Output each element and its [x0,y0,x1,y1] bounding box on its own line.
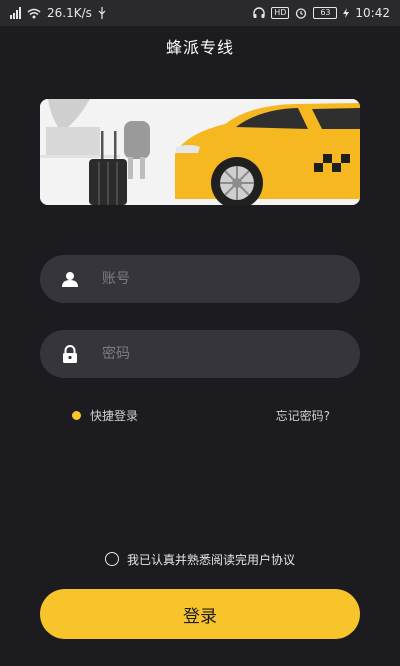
status-bar: 26.1K/s HD 63 10:42 [0,0,400,26]
quick-login-dot-icon [72,410,81,420]
quick-login-link[interactable]: 快捷登录 [90,407,138,424]
agreement-row: 我已认真并熟悉阅读完用户协议 [0,549,400,569]
page-title: 蜂派专线 [165,38,234,57]
wifi-icon [27,8,41,18]
lock-icon [60,344,80,364]
user-icon [60,269,80,289]
charging-icon [343,8,350,18]
login-options: 快捷登录 忘记密码? [70,406,330,424]
hd-icon: HD [271,7,290,19]
agreement-checkbox[interactable] [104,552,119,566]
status-left: 26.1K/s [10,6,106,20]
forgot-password-link[interactable]: 忘记密码? [276,407,330,424]
password-input[interactable] [100,345,324,363]
battery-level: 63 [320,8,331,17]
password-field[interactable] [40,330,360,378]
signal-icon [10,7,21,19]
account-input[interactable] [100,270,324,288]
account-field[interactable] [40,255,360,303]
taxi-illustration [40,99,360,205]
status-right: HD 63 10:42 [253,6,390,20]
clock: 10:42 [355,6,390,20]
agreement-text[interactable]: 我已认真并熟悉阅读完用户协议 [127,551,295,568]
battery-icon: 63 [313,7,338,19]
usb-icon [98,7,106,19]
headphones-icon [253,7,265,18]
net-speed: 26.1K/s [47,6,92,20]
banner-image [40,99,360,205]
alarm-icon [296,8,307,19]
login-button[interactable]: 登录 [40,589,360,639]
